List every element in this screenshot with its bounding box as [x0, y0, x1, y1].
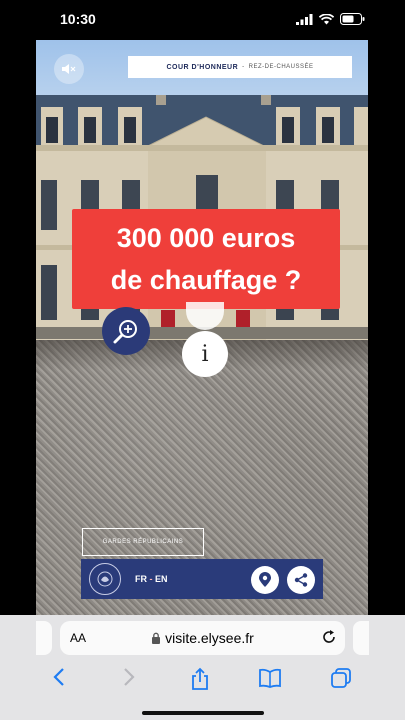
map-pin-icon [259, 572, 271, 587]
tour-bottom-bar: FR - EN [81, 559, 323, 599]
language-en[interactable]: EN [155, 574, 168, 584]
location-banner: COUR D'HONNEUR - REZ-DE-CHAUSSÉE [128, 56, 352, 78]
url-field[interactable]: visite.elysee.fr [60, 630, 345, 646]
sound-button[interactable] [54, 54, 84, 84]
wifi-icon [319, 13, 334, 24]
language-fr[interactable]: FR [135, 574, 147, 584]
location-floor: REZ-DE-CHAUSSÉE [248, 64, 314, 70]
language-switcher[interactable]: FR - EN [135, 574, 168, 584]
tabs-icon[interactable] [330, 667, 352, 689]
location-separator: - [242, 64, 245, 70]
virtual-tour-view[interactable]: COUR D'HONNEUR - REZ-DE-CHAUSSÉE 300 000… [36, 40, 368, 615]
guards-button-label: GARDES RÉPUBLICAINS [102, 539, 184, 545]
share-button[interactable] [287, 566, 315, 594]
headline-overlay: 300 000 euros de chauffage ? [72, 209, 340, 309]
status-time: 10:30 [60, 11, 96, 27]
status-icons [296, 13, 365, 25]
headline-line-2: de chauffage ? [110, 265, 302, 295]
battery-icon [340, 13, 365, 25]
elysee-emblem-logo [89, 563, 121, 595]
zoom-in-icon [113, 320, 137, 344]
zoom-button[interactable] [102, 307, 150, 355]
home-indicator[interactable] [142, 711, 264, 715]
share-icon [294, 573, 308, 587]
emblem-icon [97, 571, 113, 587]
url-text: visite.elysee.fr [165, 630, 254, 646]
lock-icon [152, 632, 161, 644]
reload-icon[interactable] [321, 629, 337, 645]
info-button[interactable]: i [182, 331, 228, 377]
forward-icon[interactable] [122, 667, 136, 687]
language-separator: - [147, 574, 155, 584]
browser-nav-toolbar [0, 663, 405, 699]
signal-icon [296, 13, 313, 25]
back-icon[interactable] [52, 667, 66, 687]
safari-toolbar: AA visite.elysee.fr [0, 615, 405, 720]
location-button[interactable] [251, 566, 279, 594]
headline-line-1: 300 000 euros [116, 223, 296, 253]
guards-button[interactable]: GARDES RÉPUBLICAINS [82, 528, 204, 556]
previous-tab-peek[interactable] [36, 621, 52, 655]
next-tab-peek[interactable] [353, 621, 369, 655]
speaker-mute-icon [62, 64, 76, 74]
share-sheet-icon[interactable] [190, 667, 210, 691]
info-icon: i [201, 341, 209, 367]
bookmarks-icon[interactable] [258, 667, 282, 689]
status-bar: 10:30 [0, 0, 405, 40]
address-bar[interactable]: AA visite.elysee.fr [60, 621, 345, 655]
location-title: COUR D'HONNEUR [166, 63, 239, 71]
